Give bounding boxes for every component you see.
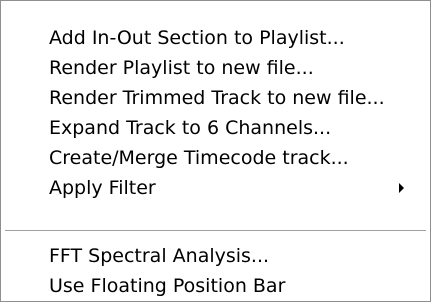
menu-item-label: Create/Merge Timecode track... (49, 147, 349, 169)
menu-item-add-in-out-section[interactable]: Add In-Out Section to Playlist... (3, 23, 428, 53)
context-menu: Add In-Out Section to Playlist... Render… (0, 0, 431, 302)
menu-item-label: Render Trimmed Track to new file... (49, 87, 385, 109)
menu-item-label: Add In-Out Section to Playlist... (49, 27, 345, 49)
menu-item-label: Render Playlist to new file... (49, 57, 314, 79)
menu-item-expand-track[interactable]: Expand Track to 6 Channels... (3, 113, 428, 143)
menu-item-render-playlist[interactable]: Render Playlist to new file... (3, 53, 428, 83)
menu-item-create-merge-timecode[interactable]: Create/Merge Timecode track... (3, 143, 428, 173)
menu-item-label: Use Floating Position Bar (49, 275, 286, 297)
menu-item-render-trimmed-track[interactable]: Render Trimmed Track to new file... (3, 83, 428, 113)
submenu-arrow-icon (399, 183, 404, 193)
menu-item-label: Expand Track to 6 Channels... (49, 117, 332, 139)
menu-item-apply-filter[interactable]: Apply Filter (3, 173, 428, 203)
menu-item-use-floating-position-bar[interactable]: Use Floating Position Bar (3, 271, 428, 301)
menu-item-fft-spectral-analysis[interactable]: FFT Spectral Analysis... (3, 241, 428, 271)
menu-item-label: FFT Spectral Analysis... (49, 245, 270, 267)
menu-item-label: Apply Filter (49, 177, 156, 199)
menu-separator (5, 230, 426, 232)
